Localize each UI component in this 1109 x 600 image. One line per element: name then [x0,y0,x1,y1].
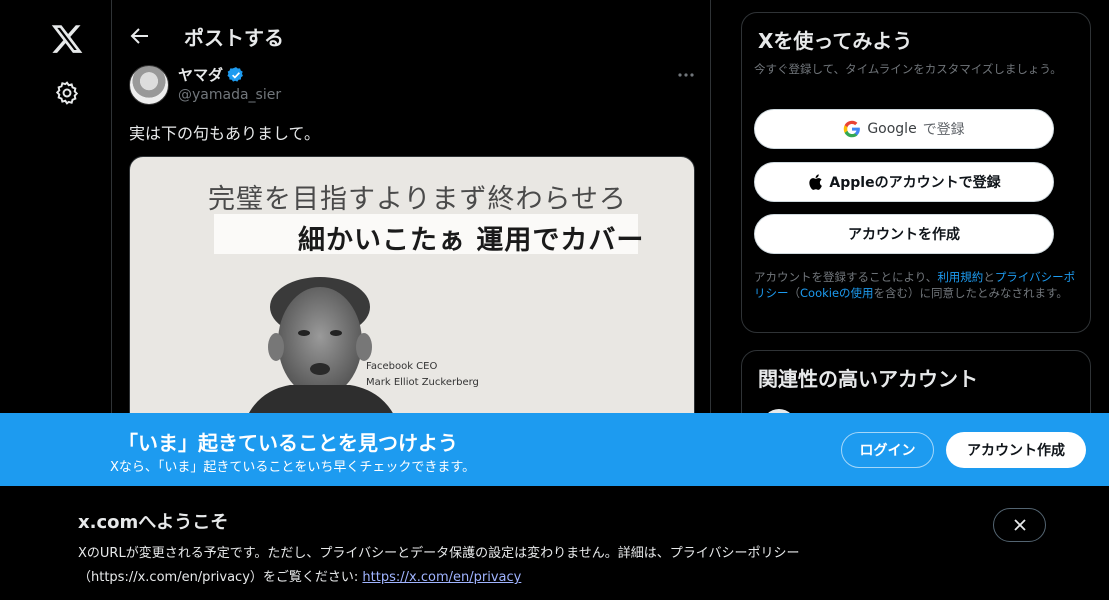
author-handle[interactable]: @yamada_sier [178,87,281,103]
x-logo-icon[interactable] [50,22,84,56]
image-caption-title: Facebook CEO [366,361,438,372]
banner-signup-button[interactable]: アカウント作成 [946,432,1086,468]
create-account-button[interactable]: アカウントを作成 [754,214,1054,254]
cookie-link[interactable]: Cookieの使用 [800,286,874,300]
signup-subtitle: 今すぐ登録して、タイムラインをカスタマイズしましょう。 [754,62,1062,76]
signup-terms: アカウントを登録することにより、利用規約とプライバシーポリシー（Cookieの使… [754,269,1084,301]
banner-subtitle: Xなら、「いま」起きていることをいち早くチェックできます。 [110,460,476,475]
signup-title: Xを使ってみよう [758,29,913,53]
author-name-row[interactable]: ヤマダ [178,64,245,85]
image-caption-name: Mark Elliot Zuckerberg [366,377,479,388]
more-icon[interactable] [675,66,697,84]
google-signup-label: Google [867,121,917,137]
terms-text-mid2: （ [788,286,801,300]
author-avatar[interactable] [129,65,169,105]
banner-title: 「いま」起きていることを見つけよう [118,431,458,455]
page-title: ポストする [184,26,284,50]
apple-signup-label: Appleのアカウントで登録 [829,175,1001,191]
notice-body: XのURLが変更される予定です。ただし、プライバシーとデータ保護の設定は変わりま… [78,542,958,590]
terms-text-pre: アカウントを登録することにより、 [754,270,938,284]
terms-link[interactable]: 利用規約 [937,270,983,284]
notice-close-button[interactable] [993,508,1046,542]
signup-card: Xを使ってみよう 今すぐ登録して、タイムラインをカスタマイズしましょう。 Goo… [741,12,1091,333]
related-accounts-title: 関連性の高いアカウント [758,367,978,391]
login-button[interactable]: ログイン [841,432,934,468]
signup-banner: 「いま」起きていることを見つけよう Xなら、「いま」起きていることをいち早くチェ… [0,413,1109,486]
google-icon [844,120,861,138]
post-image[interactable]: 完璧を目指すよりまず終わらせろ 細かいこたぁ 運用でカバー Facebook C… [129,156,695,436]
page-header: ポストする [112,0,710,70]
create-account-label: アカウントを作成 [848,227,960,243]
apple-signup-button[interactable]: Appleのアカウントで登録 [754,162,1054,202]
terms-text-post: を含む）に同意したとみなされます。 [873,286,1068,300]
author-name[interactable]: ヤマダ [178,64,223,85]
notice-title: x.comへようこそ [78,512,229,533]
domain-change-notice: x.comへようこそ XのURLが変更される予定です。ただし、プライバシーとデー… [0,486,1109,600]
close-icon [1013,519,1026,531]
verified-badge-icon [227,66,243,82]
google-signup-suffix: で登録 [922,122,965,138]
gear-icon[interactable] [54,80,80,106]
arrow-left-icon[interactable] [128,24,152,48]
person-photo [240,277,402,435]
apple-icon [809,174,823,190]
notice-privacy-link[interactable]: https://x.com/en/privacy [362,570,521,585]
google-signup-button[interactable]: Google で登録 [754,109,1054,149]
post-text: 実は下の句もありまして。 [129,124,321,143]
terms-text-mid1: と [983,270,995,284]
